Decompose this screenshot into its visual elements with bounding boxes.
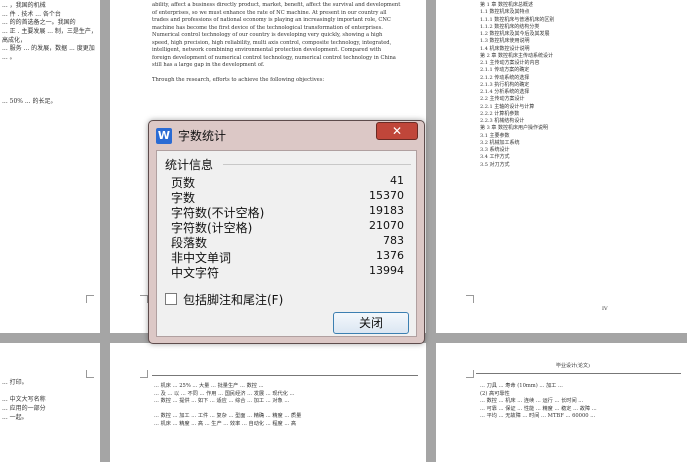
stat-row-words: 字数 15370 xyxy=(171,189,404,205)
stat-row-chars-no-spaces: 字符数(不计空格) 19183 xyxy=(171,204,404,220)
page-text: ... 刀具 ... 寿命 (10mm) ... 加工 ... (2) 高可靠性… xyxy=(480,383,597,420)
dialog-titlebar[interactable]: W 字数统计 ✕ xyxy=(149,121,424,149)
include-footnotes-label[interactable]: 包括脚注和尾注(F) xyxy=(183,291,283,308)
word-count-dialog: W 字数统计 ✕ 统计信息 页数 41 字数 15370 字符数(不计空格) 1… xyxy=(148,120,425,344)
document-page-top-right: 第 1 章 数控机床总概述 1.1 数控机床及其特点 1.1.1 数控机床与普通… xyxy=(436,0,687,333)
statistics-group-label: 统计信息 xyxy=(165,158,214,172)
page-corner-mark xyxy=(86,295,94,303)
wps-writer-icon: W xyxy=(156,128,172,144)
stat-value: 783 xyxy=(383,234,404,247)
stat-row-chars-with-spaces: 字符数(计空格) 21070 xyxy=(171,219,404,235)
stat-value: 21070 xyxy=(369,219,404,232)
page-number: IV xyxy=(602,306,608,312)
page-text: ... ，我国的机械 ... 件 . 技术 ... 各个台 ... 的的首选备之… xyxy=(2,2,97,105)
page-corner-mark xyxy=(466,370,474,378)
stat-value: 15370 xyxy=(369,189,404,202)
document-page-top-left: ... ，我国的机械 ... 件 . 技术 ... 各个台 ... 的的首选备之… xyxy=(0,0,100,333)
stat-value: 19183 xyxy=(369,204,404,217)
page-text: ... 机床 ... 25% ... 大量 ... 批量生产 ... 数控 ..… xyxy=(154,383,302,427)
dialog-title: 字数统计 xyxy=(178,129,227,143)
close-icon[interactable]: ✕ xyxy=(376,122,418,140)
page-text: ability, affect a business directly prod… xyxy=(152,2,401,84)
page-corner-mark xyxy=(466,295,474,303)
document-page-bottom-left: ... 打印。 ... 中文大写名称 ... 应用的一部分 ... 一起。 xyxy=(0,343,100,462)
stat-value: 1376 xyxy=(376,249,404,262)
page-header-line xyxy=(152,375,418,376)
page-corner-mark xyxy=(86,370,94,378)
page-corner-mark xyxy=(140,370,148,378)
page-header-text: 毕业设计(论文) xyxy=(556,363,590,369)
page-text: ... 打印。 ... 中文大写名称 ... 应用的一部分 ... 一起。 xyxy=(2,379,46,421)
dialog-content: 统计信息 页数 41 字数 15370 字符数(不计空格) 19183 字符数(… xyxy=(156,150,417,337)
document-page-bottom-middle: ... 机床 ... 25% ... 大量 ... 批量生产 ... 数控 ..… xyxy=(110,343,426,462)
stat-label: 中文字符 xyxy=(171,266,220,280)
stat-value: 13994 xyxy=(369,264,404,277)
page-corner-mark xyxy=(140,295,148,303)
stat-row-pages: 页数 41 xyxy=(171,174,404,190)
stat-row-paragraphs: 段落数 783 xyxy=(171,234,404,250)
group-divider xyxy=(223,164,411,165)
stat-row-non-chinese-words: 非中文单词 1376 xyxy=(171,249,404,265)
close-button[interactable]: 关闭 xyxy=(333,312,409,334)
document-page-bottom-right: 毕业设计(论文) ... 刀具 ... 寿命 (10mm) ... 加工 ...… xyxy=(436,343,687,462)
stat-value: 41 xyxy=(390,174,404,187)
page-header-line xyxy=(476,373,681,374)
include-footnotes-checkbox[interactable] xyxy=(165,293,177,305)
page-text: 第 1 章 数控机床总概述 1.1 数控机床及其特点 1.1.1 数控机床与普通… xyxy=(480,2,555,168)
stat-row-chinese-chars: 中文字符 13994 xyxy=(171,264,404,280)
